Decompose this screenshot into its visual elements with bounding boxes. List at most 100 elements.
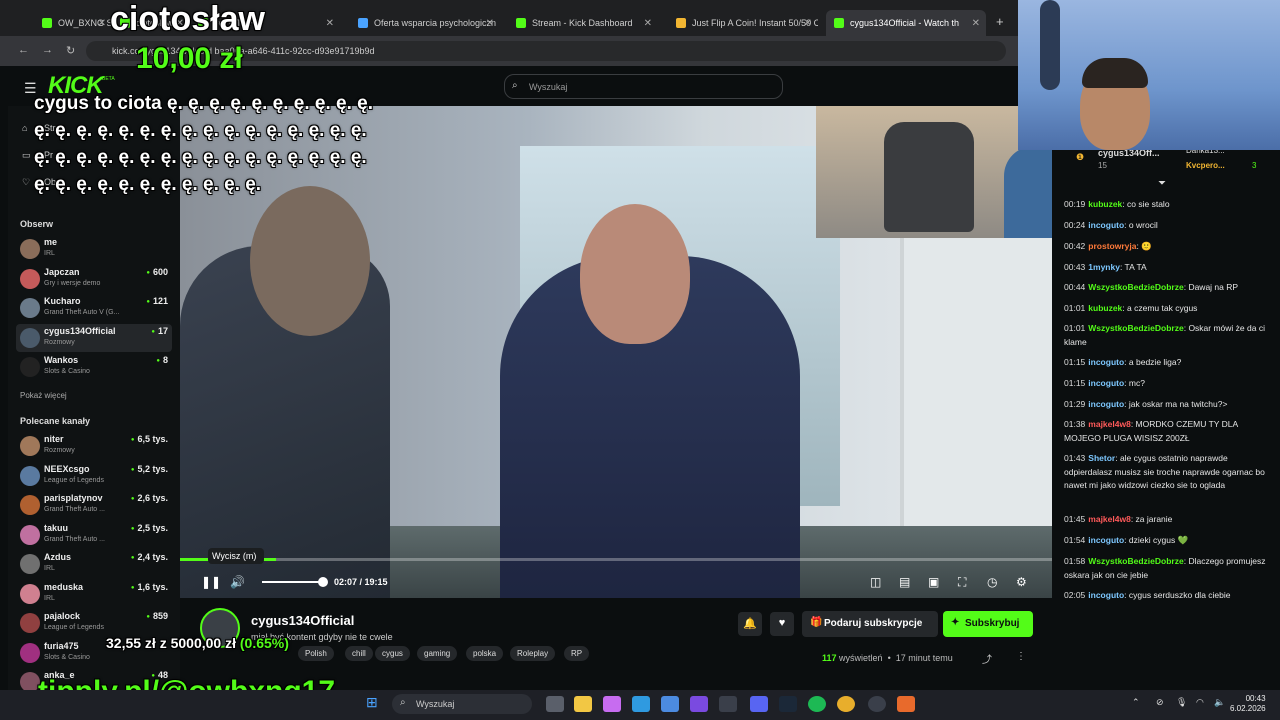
discord-icon[interactable] — [750, 696, 768, 712]
tag-chip[interactable]: gaming — [417, 646, 458, 661]
steam-icon[interactable] — [779, 696, 797, 712]
theater-icon[interactable]: ▤ — [899, 575, 910, 589]
chat-username[interactable]: incoguto — [1088, 357, 1124, 367]
sidebar-channel-item[interactable]: niter Rozmowy 6,5 tys. — [16, 432, 172, 460]
chat-username[interactable]: WszystkoBedzieDobrze — [1088, 323, 1183, 333]
channel-name[interactable]: cygus134Official — [251, 613, 354, 628]
sidebar-channel-item[interactable]: Azdus IRL 2,4 tys. — [16, 550, 172, 578]
close-icon[interactable]: ✕ — [804, 18, 812, 29]
volume-slider-knob[interactable] — [318, 577, 328, 587]
tray-icon[interactable]: ⊘ — [1156, 697, 1164, 708]
tag-chip[interactable]: Roleplay — [510, 646, 556, 661]
pause-icon[interactable]: ❚❚ — [201, 575, 221, 589]
channel-item-name: cygus134Official — [44, 325, 116, 336]
sidebar-channel-item[interactable]: Kucharo Grand Theft Auto V (G... 121 — [16, 294, 172, 322]
miniplayer-icon[interactable]: ▣ — [928, 575, 939, 589]
chat-username[interactable]: majkel4w8 — [1088, 419, 1131, 429]
app-icon-orange[interactable] — [897, 696, 915, 712]
taskbar-search[interactable]: Wyszukaj — [392, 694, 532, 714]
browser-tab[interactable]: Stream - Kick Dashboard ✕ — [508, 10, 658, 36]
search-input[interactable]: Wyszukaj — [504, 74, 783, 99]
avatar — [20, 298, 40, 318]
speaker-icon[interactable]: 🔈 — [1214, 697, 1225, 708]
browser-tab[interactable]: OW_BXNG Stre✕ — [34, 10, 112, 36]
close-icon[interactable]: ✕ — [972, 18, 980, 29]
avatar — [20, 327, 40, 348]
chat-username[interactable]: kubuzek — [1088, 303, 1122, 313]
browser-tab[interactable]: cygus134Official - Watch th ✕ — [826, 10, 986, 36]
taskbar-clock[interactable]: 00:43 6.02.2026 — [1230, 694, 1266, 714]
chat-username[interactable]: prostowryja — [1088, 241, 1136, 251]
sidebar-channel-item[interactable]: me IRL — [16, 235, 172, 263]
show-more-link[interactable]: Pokaż więcej — [20, 391, 67, 400]
chat-username[interactable]: 1mynky — [1088, 262, 1120, 272]
settings-gear-icon[interactable]: ⚙ — [1016, 575, 1027, 589]
close-icon[interactable]: ✕ — [326, 18, 334, 29]
chat-username[interactable]: incoguto — [1088, 535, 1124, 545]
tag-chip[interactable]: RP — [564, 646, 590, 661]
chat-username[interactable]: majkel4w8 — [1088, 514, 1131, 524]
chat-message: 01:01 kubuzek: a czemu tak cygus — [1064, 302, 1270, 316]
app-icon[interactable] — [690, 696, 708, 712]
chrome-icon[interactable] — [837, 696, 855, 712]
browser-tab[interactable]: Just Flip A Coin! Instant 50/50 C ✕ — [668, 10, 818, 36]
tag-chip[interactable]: Polish — [298, 646, 334, 661]
more-options-icon[interactable]: ⋮ — [1016, 651, 1026, 662]
new-tab-button[interactable]: + — [996, 14, 1004, 29]
clip-icon[interactable]: ◫ — [870, 575, 881, 589]
sidebar-channel-item[interactable]: Japczan Gry i wersje demo 600 — [16, 265, 172, 293]
close-icon[interactable]: ✕ — [644, 18, 652, 29]
chat-username[interactable]: incoguto — [1088, 378, 1124, 388]
browser-tab[interactable]: Oferta wsparcia psychologiczn ✕ — [350, 10, 500, 36]
gift-subs-button[interactable]: 🎁 Podaruj subskrypcje — [802, 611, 938, 637]
sidebar-channel-item[interactable]: NEEXcsgo League of Legends 5,2 tys. — [16, 462, 172, 490]
sidebar-channel-item[interactable]: takuu Grand Theft Auto ... 2,5 tys. — [16, 521, 172, 549]
tag-chip[interactable]: cygus — [375, 646, 410, 661]
follow-heart-button[interactable]: ♥ — [770, 612, 794, 636]
close-icon[interactable]: ✕ — [98, 18, 106, 29]
obs-icon[interactable] — [868, 696, 886, 712]
chat-username[interactable]: incoguto — [1088, 399, 1124, 409]
wifi-icon[interactable]: ◠ — [1196, 697, 1204, 708]
heart-icon[interactable]: ♡ — [22, 177, 30, 188]
sidebar-channel-item[interactable]: cygus134Official Rozmowy 17 — [16, 323, 172, 352]
file-explorer-icon[interactable] — [574, 696, 592, 712]
sidebar-channel-item[interactable]: Wankos Slots & Casino 8 — [16, 353, 172, 381]
sidebar-channel-item[interactable]: meduska IRL 1,6 tys. — [16, 580, 172, 608]
sidebar-nav-home-icon[interactable]: ⌂ — [22, 123, 27, 133]
terminal-icon[interactable] — [719, 696, 737, 712]
chat-message: 01:45 majkel4w8: za jaranie — [1064, 513, 1270, 527]
tray-chevron-icon[interactable]: ⌃ — [1132, 697, 1140, 708]
chat-username[interactable]: incoguto — [1088, 590, 1124, 600]
volume-icon[interactable]: 🔊 — [230, 575, 245, 589]
sidebar-channel-item[interactable]: pajalock League of Legends 859 — [16, 609, 172, 637]
chat-username[interactable]: WszystkoBedzieDobrze — [1088, 282, 1183, 292]
progress-bar[interactable] — [180, 558, 1052, 561]
reload-icon[interactable]: ↻ — [66, 44, 75, 57]
share-icon[interactable]: ⤴ — [982, 651, 992, 666]
sidebar-nav-browse-icon[interactable]: ▭ — [22, 150, 31, 161]
microphone-icon[interactable]: 🎙 — [1176, 697, 1187, 708]
tag-chip[interactable]: chill — [345, 646, 373, 661]
chat-username[interactable]: kubuzek — [1088, 199, 1122, 209]
tag-chip[interactable]: polska — [466, 646, 504, 661]
sidebar-channel-item[interactable]: parisplatynov Grand Theft Auto ... 2,6 tys… — [16, 491, 172, 519]
fullscreen-icon[interactable]: ⛶ — [958, 575, 966, 590]
speed-icon[interactable]: ◷ — [987, 575, 997, 589]
edge-icon[interactable] — [632, 696, 650, 712]
chat-username[interactable]: incoguto — [1088, 220, 1124, 230]
chat-username[interactable]: WszystkoBedzieDobrze — [1088, 556, 1183, 566]
task-view-icon[interactable] — [546, 696, 564, 712]
store-icon[interactable] — [661, 696, 679, 712]
chat-filter-icon[interactable]: ⏷ — [1158, 178, 1166, 189]
notification-bell-button[interactable]: 🔔 — [738, 612, 762, 636]
forward-icon[interactable]: → — [42, 44, 53, 56]
windows-start-icon[interactable]: ⊞ — [366, 694, 378, 711]
close-icon[interactable]: ✕ — [486, 18, 494, 29]
tab-favicon-icon — [834, 18, 844, 28]
back-icon[interactable]: ← — [18, 44, 29, 56]
spotify-icon[interactable] — [808, 696, 826, 712]
subscribe-button[interactable]: ✦ Subskrybuj — [943, 611, 1033, 637]
chat-username[interactable]: Shetor — [1088, 453, 1115, 463]
copilot-icon[interactable] — [603, 696, 621, 712]
